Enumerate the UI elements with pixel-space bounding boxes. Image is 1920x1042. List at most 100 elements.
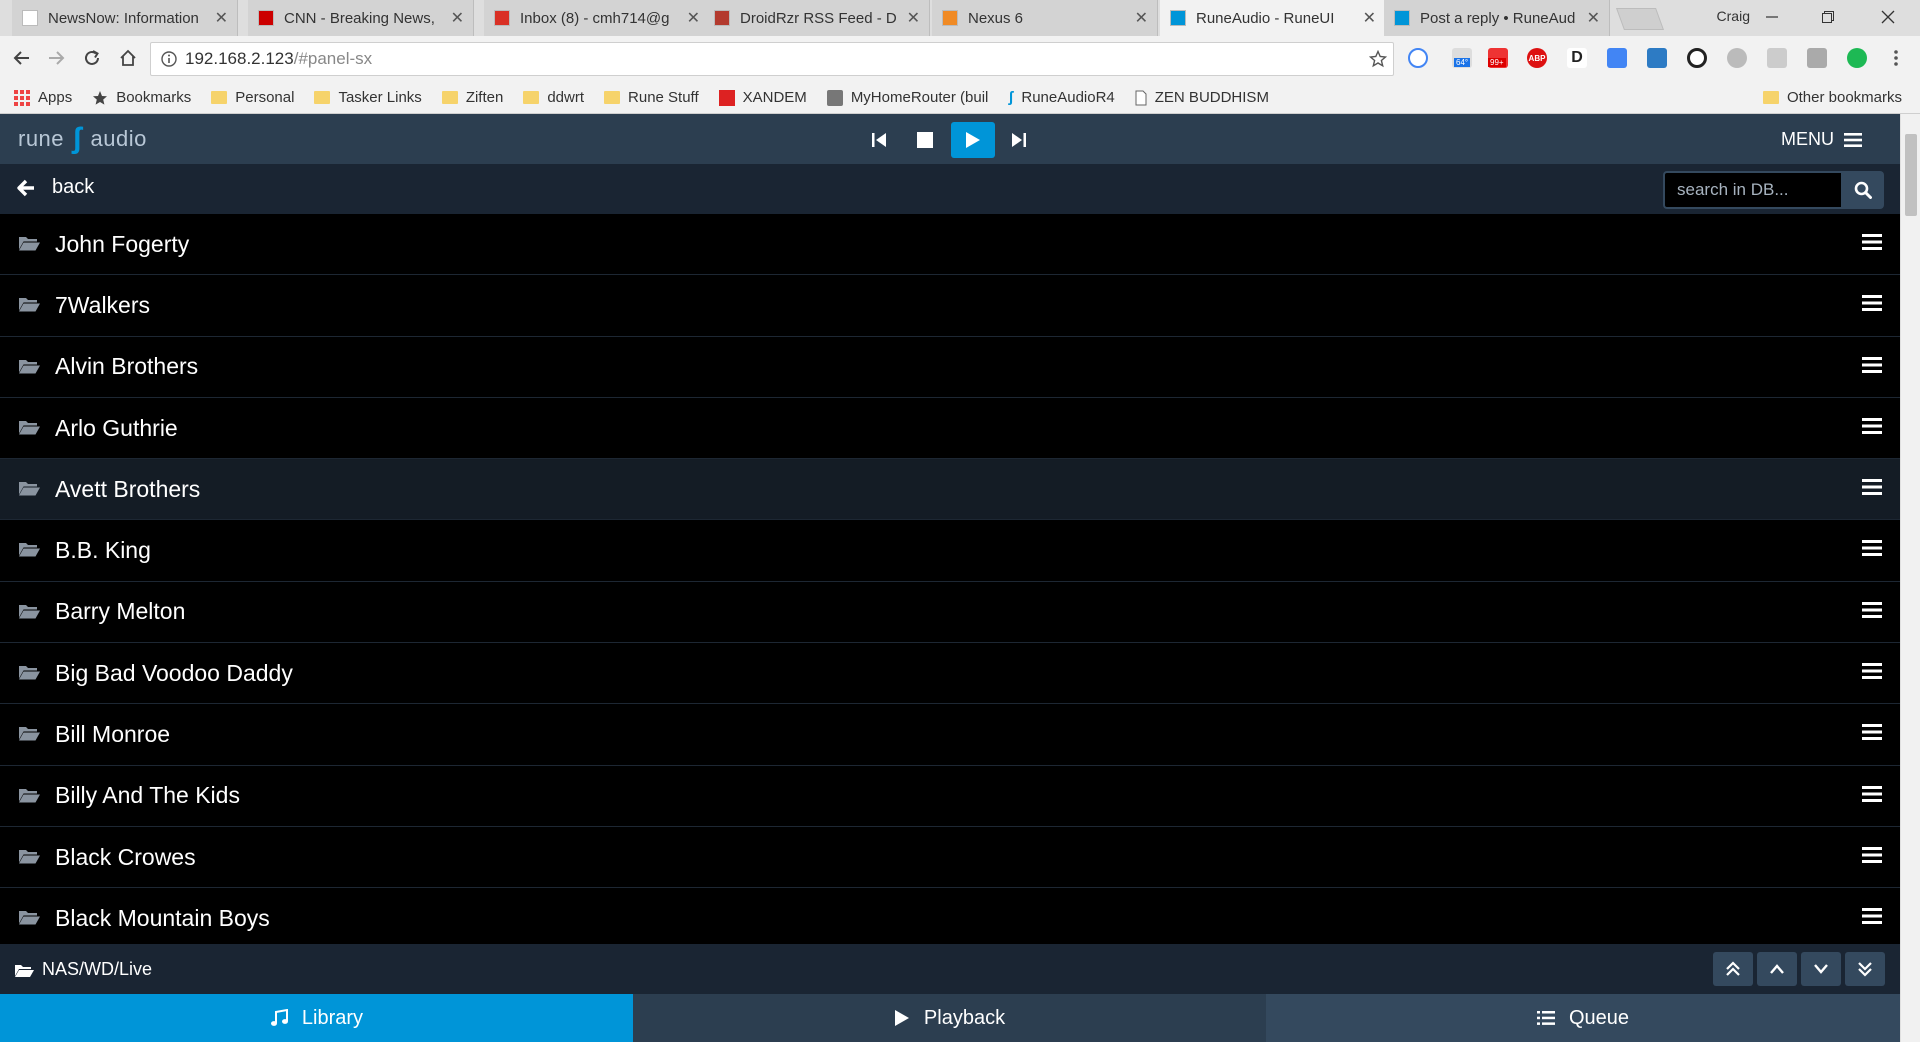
bookmark-item[interactable]: Tasker Links: [314, 89, 422, 106]
item-menu-icon[interactable]: [1862, 907, 1882, 925]
close-tab-icon[interactable]: ✕: [907, 8, 920, 28]
new-tab-button[interactable]: [1615, 8, 1665, 30]
close-tab-icon[interactable]: ✕: [215, 8, 228, 28]
item-menu-icon[interactable]: [1862, 417, 1882, 435]
extension-sync-icon[interactable]: [1687, 48, 1707, 68]
scrollbar-thumb[interactable]: [1905, 134, 1917, 216]
bookmark-star-icon[interactable]: [1369, 50, 1387, 68]
artist-name: B.B. King: [55, 537, 151, 564]
bookmark-item[interactable]: MyHomeRouter (buil: [826, 89, 988, 106]
list-item[interactable]: B.B. King: [0, 520, 1900, 582]
close-tab-icon[interactable]: ✕: [451, 8, 464, 28]
item-menu-icon[interactable]: [1862, 785, 1882, 803]
list-item[interactable]: Bill Monroe: [0, 704, 1900, 766]
google-translate-icon[interactable]: [1607, 48, 1627, 68]
next-button[interactable]: [997, 122, 1041, 158]
item-menu-icon[interactable]: [1862, 723, 1882, 741]
extension-d-icon[interactable]: D: [1567, 48, 1587, 68]
home-button[interactable]: [114, 44, 142, 72]
extension-cloud-icon[interactable]: [1727, 48, 1747, 68]
list-item[interactable]: Black Crowes: [0, 827, 1900, 889]
favicon-icon: [494, 10, 510, 26]
close-tab-icon[interactable]: ✕: [1587, 8, 1600, 28]
close-tab-icon[interactable]: ✕: [687, 8, 700, 28]
item-menu-icon[interactable]: [1862, 601, 1882, 619]
play-button[interactable]: [951, 122, 995, 158]
extension-weather-icon[interactable]: 64°: [1452, 48, 1472, 68]
rune-audio-logo[interactable]: rune ʃ audio: [18, 124, 147, 154]
search-input[interactable]: [1663, 171, 1841, 209]
tab-playback[interactable]: Playback: [633, 994, 1266, 1042]
minimize-button[interactable]: [1744, 0, 1800, 34]
close-window-button[interactable]: [1860, 0, 1916, 34]
extension-green-icon[interactable]: [1847, 48, 1867, 68]
list-item[interactable]: John Fogerty: [0, 214, 1900, 276]
close-tab-icon[interactable]: ✕: [1135, 8, 1148, 28]
list-item[interactable]: Arlo Guthrie: [0, 398, 1900, 460]
item-menu-icon[interactable]: [1862, 662, 1882, 680]
list-item[interactable]: Black Mountain Boys: [0, 888, 1900, 944]
page-scrollbar[interactable]: [1900, 114, 1920, 1042]
browser-tab[interactable]: CNN - Breaking News, ✕: [248, 0, 474, 36]
back-button[interactable]: back: [16, 176, 94, 199]
address-bar[interactable]: 192.168.2.123/#panel-sx: [150, 42, 1394, 76]
item-menu-icon[interactable]: [1862, 846, 1882, 864]
extension-k-icon[interactable]: [1807, 48, 1827, 68]
browser-tab[interactable]: RuneAudio - RuneUI ✕: [1160, 0, 1386, 36]
list-item[interactable]: Big Bad Voodoo Daddy: [0, 643, 1900, 705]
browser-tab[interactable]: Inbox (8) - cmh714@g ✕: [484, 0, 710, 36]
bookmark-item[interactable]: Bookmarks: [92, 89, 191, 106]
browser-tab[interactable]: Nexus 6 ✕: [932, 0, 1158, 36]
list-item[interactable]: Avett Brothers: [0, 459, 1900, 521]
browser-tab[interactable]: Post a reply • RuneAud ✕: [1384, 0, 1610, 36]
bookmark-item[interactable]: Rune Stuff: [604, 89, 699, 106]
list-item[interactable]: Alvin Brothers: [0, 337, 1900, 398]
browser-tab[interactable]: DroidRzr RSS Feed - D ✕: [704, 0, 930, 36]
restore-button[interactable]: [1800, 0, 1856, 34]
folder-open-icon: [19, 849, 40, 864]
item-menu-icon[interactable]: [1862, 233, 1882, 251]
info-icon[interactable]: [161, 51, 177, 67]
tab-library[interactable]: Library: [0, 994, 633, 1042]
stop-button[interactable]: [903, 122, 947, 158]
bookmark-item[interactable]: ZEN BUDDHISM: [1135, 89, 1269, 106]
list-item[interactable]: 7Walkers: [0, 275, 1900, 337]
extension-send-icon[interactable]: [1647, 48, 1667, 68]
item-menu-icon[interactable]: [1862, 294, 1882, 312]
back-nav-button[interactable]: [8, 44, 36, 72]
previous-button[interactable]: [857, 122, 901, 158]
extension-grid-icon[interactable]: [1767, 48, 1787, 68]
chrome-menu-button[interactable]: [1882, 44, 1910, 72]
item-menu-icon[interactable]: [1862, 539, 1882, 557]
extension-mail-icon[interactable]: 99+: [1488, 48, 1508, 68]
reload-button[interactable]: [78, 44, 106, 72]
tab-queue[interactable]: Queue: [1266, 994, 1900, 1042]
bookmark-item[interactable]: XANDEM: [718, 89, 807, 106]
forward-nav-button[interactable]: [42, 44, 70, 72]
bookmark-item[interactable]: Apps: [14, 89, 72, 106]
close-tab-icon[interactable]: ✕: [1363, 8, 1376, 28]
folder-open-icon: [19, 911, 40, 925]
extension-phone-icon[interactable]: [1408, 48, 1428, 68]
bookmark-item[interactable]: ʃ RuneAudioR4: [1008, 89, 1114, 106]
favicon-icon: [714, 10, 730, 26]
artist-name: Barry Melton: [55, 598, 186, 625]
scroll-down-button[interactable]: [1801, 952, 1841, 986]
list-item[interactable]: Billy And The Kids: [0, 766, 1900, 827]
scroll-up-button[interactable]: [1757, 952, 1797, 986]
item-menu-icon[interactable]: [1862, 356, 1882, 374]
tab-title: RuneAudio - RuneUI: [1196, 9, 1335, 27]
scroll-bottom-button[interactable]: [1845, 952, 1885, 986]
bookmark-item[interactable]: ddwrt: [523, 89, 584, 106]
bookmark-item[interactable]: Ziften: [441, 89, 503, 106]
other-bookmarks[interactable]: Other bookmarks: [1762, 89, 1902, 106]
list-item[interactable]: Barry Melton: [0, 582, 1900, 644]
main-menu-button[interactable]: MENU: [1781, 129, 1862, 150]
browser-tab[interactable]: NewsNow: Information ✕: [12, 0, 238, 36]
rune-icon: ʃ: [1008, 89, 1014, 106]
adblock-icon[interactable]: ABP: [1527, 48, 1547, 68]
item-menu-icon[interactable]: [1862, 478, 1882, 496]
scroll-top-button[interactable]: [1713, 952, 1753, 986]
bookmark-item[interactable]: Personal: [211, 89, 294, 106]
search-button[interactable]: [1841, 171, 1884, 209]
